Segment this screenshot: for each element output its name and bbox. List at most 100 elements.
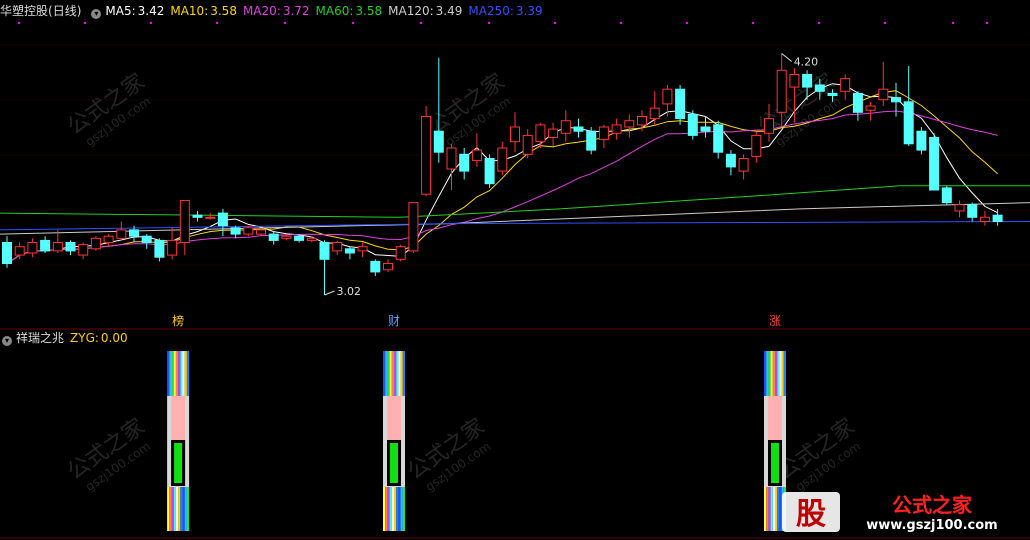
- candle[interactable]: [560, 110, 571, 142]
- candle-body: [992, 214, 1003, 222]
- candle[interactable]: [687, 110, 698, 140]
- candle[interactable]: [78, 242, 89, 260]
- candle[interactable]: [90, 236, 101, 251]
- candle-body: [116, 229, 127, 239]
- candle[interactable]: [598, 124, 609, 148]
- candle[interactable]: [484, 154, 495, 188]
- settings-icon[interactable]: ▾: [2, 336, 12, 346]
- candle[interactable]: [446, 143, 457, 190]
- candle[interactable]: [395, 244, 406, 262]
- candle[interactable]: [751, 131, 762, 163]
- candle[interactable]: [700, 116, 711, 138]
- candle[interactable]: [268, 232, 279, 245]
- stock-name[interactable]: 华塑控股: [0, 4, 48, 18]
- candle[interactable]: [230, 225, 241, 239]
- candle-body: [789, 74, 800, 88]
- marker-dot: [84, 22, 86, 24]
- candle-body: [268, 233, 279, 241]
- candle[interactable]: [383, 259, 393, 272]
- candle[interactable]: [103, 234, 114, 247]
- candle[interactable]: [116, 221, 127, 241]
- stock-chart[interactable]: 公式之家gszj100.com 公式之家gszj100.com 公式之家gszj10…: [0, 0, 1030, 540]
- signal-stripe: [186, 351, 190, 396]
- candle[interactable]: [573, 118, 584, 138]
- candle[interactable]: [725, 150, 736, 176]
- candle[interactable]: [154, 238, 165, 262]
- indicator-name[interactable]: 祥瑞之兆: [16, 331, 64, 345]
- candle-body: [713, 124, 724, 153]
- candle-body: [560, 120, 571, 134]
- signal-stripe: [180, 487, 183, 531]
- candle[interactable]: [306, 236, 317, 243]
- candle[interactable]: [27, 238, 38, 258]
- candle[interactable]: [2, 236, 12, 268]
- candle-body: [446, 147, 457, 170]
- candle[interactable]: [408, 202, 419, 253]
- candle[interactable]: [535, 122, 546, 148]
- candle[interactable]: [192, 211, 203, 222]
- candle[interactable]: [52, 229, 63, 253]
- candle[interactable]: [649, 91, 660, 125]
- marker-dot: [18, 22, 20, 24]
- candle[interactable]: [611, 118, 622, 140]
- candle[interactable]: [713, 120, 724, 159]
- candle-body: [192, 214, 203, 218]
- candle[interactable]: [929, 133, 940, 191]
- signal-stripe: [182, 351, 185, 396]
- settings-icon[interactable]: ▾: [91, 9, 102, 19]
- candle-body: [433, 130, 444, 153]
- candle[interactable]: [954, 200, 965, 218]
- candle[interactable]: [179, 200, 190, 256]
- signal-stripe: [173, 487, 176, 531]
- candle[interactable]: [459, 148, 470, 180]
- event-tag[interactable]: 榜: [172, 313, 184, 328]
- event-tag[interactable]: 财: [388, 314, 400, 328]
- period-label[interactable]: (日线): [48, 4, 81, 18]
- candle[interactable]: [738, 154, 749, 180]
- candle[interactable]: [941, 185, 952, 205]
- candle-body: [510, 126, 520, 143]
- candle-body: [167, 239, 178, 256]
- candle[interactable]: [522, 129, 533, 159]
- candle[interactable]: [319, 240, 330, 295]
- candle[interactable]: [865, 101, 876, 121]
- signal-stripe: [764, 487, 767, 531]
- candle[interactable]: [370, 259, 381, 277]
- candle-body: [865, 105, 876, 111]
- candle[interactable]: [40, 236, 51, 253]
- candle-body: [929, 137, 940, 191]
- candle[interactable]: [243, 225, 254, 237]
- candle[interactable]: [205, 213, 216, 220]
- candle[interactable]: [344, 246, 355, 260]
- watermark: 公式之家gszj100.com: [773, 414, 863, 494]
- ma250-line: [0, 221, 1030, 231]
- candle[interactable]: [840, 74, 851, 100]
- candle[interactable]: [217, 208, 228, 237]
- candle[interactable]: [141, 234, 152, 249]
- candle[interactable]: [903, 66, 914, 146]
- event-tag[interactable]: 涨: [769, 313, 781, 328]
- candle[interactable]: [916, 127, 927, 155]
- candle[interactable]: [852, 91, 863, 121]
- marker-dot: [752, 22, 754, 24]
- signal-stripe: [772, 351, 775, 396]
- candle[interactable]: [548, 122, 559, 146]
- candle[interactable]: [586, 127, 597, 155]
- candle-body: [700, 126, 711, 132]
- event-tags[interactable]: 榜财涨: [172, 313, 781, 328]
- candle[interactable]: [878, 61, 889, 106]
- candle[interactable]: [979, 211, 990, 226]
- candle-body: [637, 116, 647, 126]
- candle-body: [878, 88, 889, 101]
- candle[interactable]: [967, 202, 978, 222]
- candle[interactable]: [497, 141, 508, 176]
- candle[interactable]: [510, 112, 520, 153]
- candle[interactable]: [167, 227, 178, 260]
- candle[interactable]: [471, 133, 482, 167]
- candle[interactable]: [65, 240, 76, 256]
- candle[interactable]: [421, 106, 432, 197]
- candle[interactable]: [624, 114, 635, 138]
- candle[interactable]: [332, 240, 343, 256]
- candle[interactable]: [675, 85, 686, 125]
- candle[interactable]: [357, 242, 368, 258]
